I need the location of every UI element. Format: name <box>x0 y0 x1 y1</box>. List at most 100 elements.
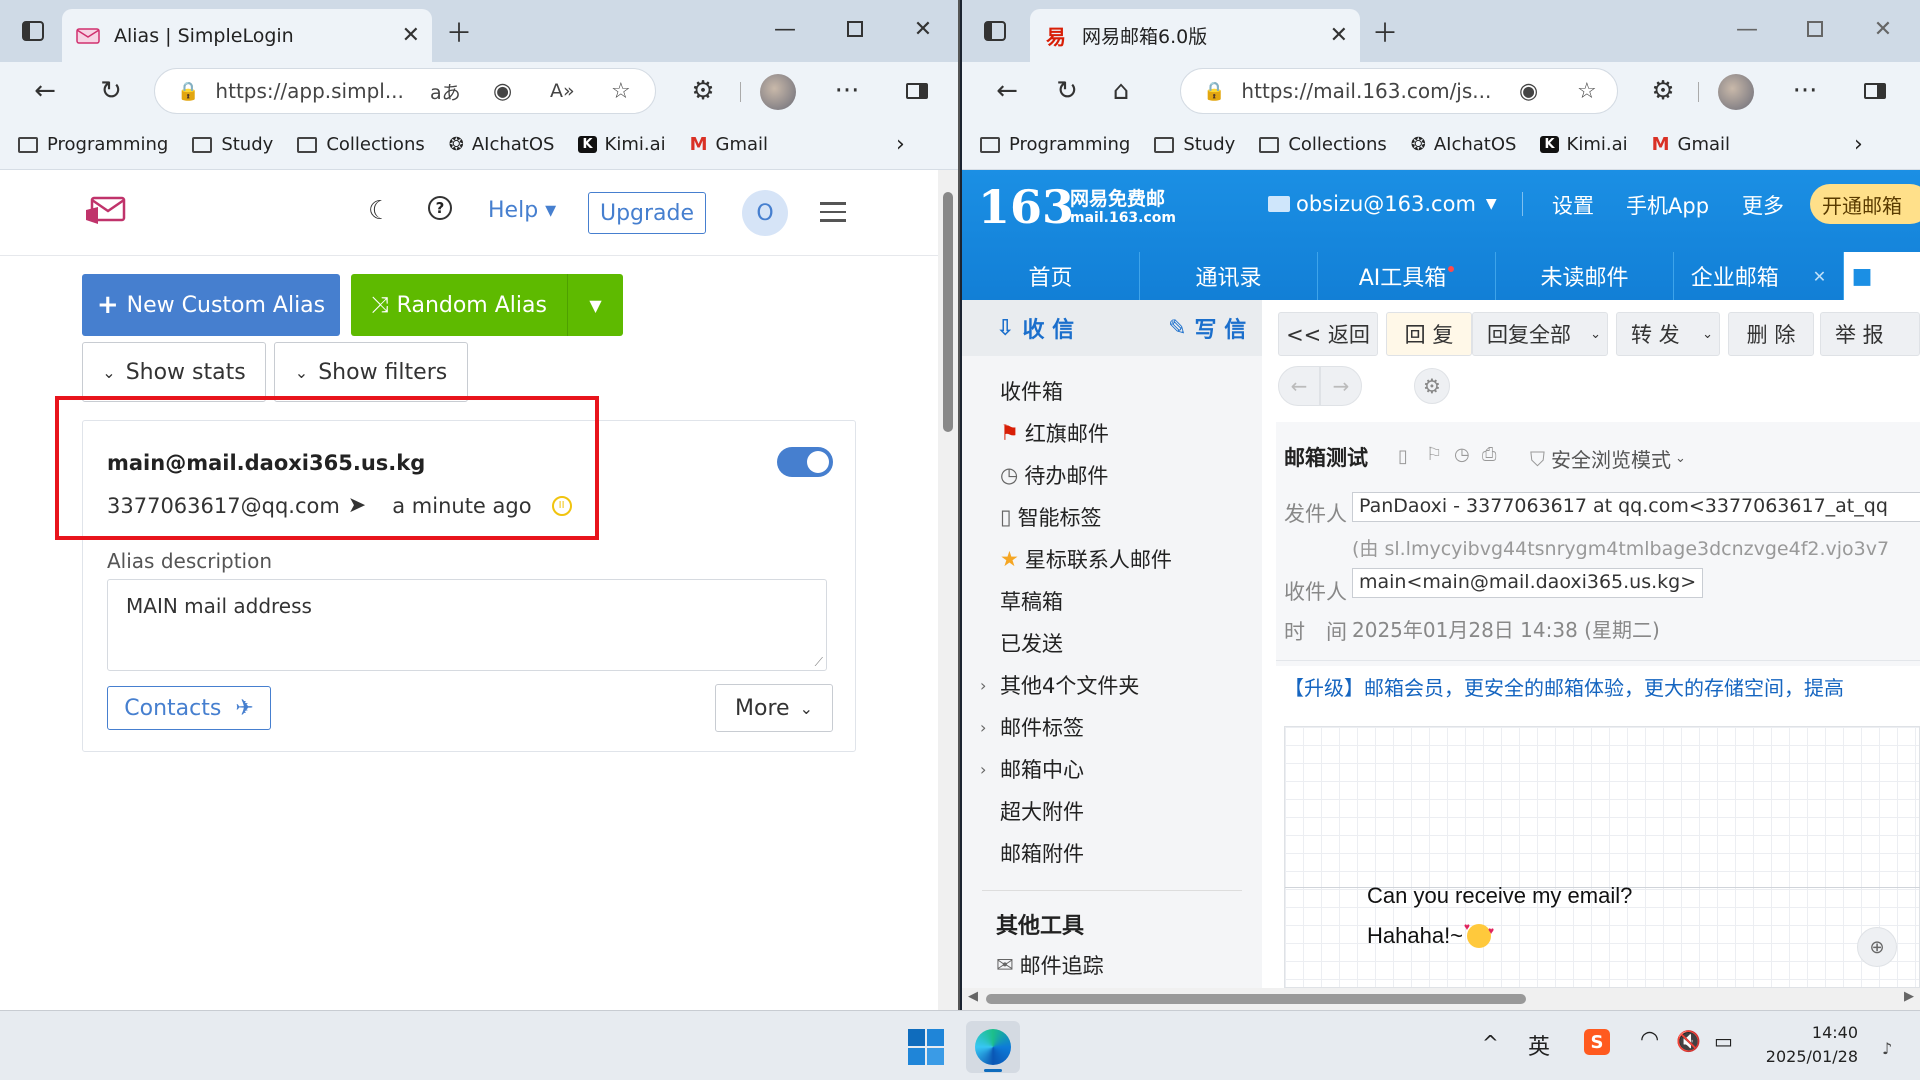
tab-simplelogin[interactable]: Alias | SimpleLogin ✕ <box>62 9 432 62</box>
report-button[interactable]: 举 报 <box>1820 312 1920 356</box>
battery-charging-icon[interactable]: ▭ <box>1714 1029 1733 1053</box>
url-bar[interactable]: 🔒 https://mail.163.com/js... ◉ ☆ <box>1180 68 1618 114</box>
bookmark-collections[interactable]: Collections <box>1259 134 1387 155</box>
extension-icon[interactable]: ◉ <box>493 79 512 104</box>
help-question-icon[interactable]: ? <box>428 196 452 220</box>
tab-actions-icon[interactable] <box>18 16 48 46</box>
more-dropdown-button[interactable]: More ⌄ <box>715 684 833 732</box>
alias-enabled-toggle[interactable] <box>777 447 833 477</box>
vertical-scrollbar[interactable] <box>938 170 958 1010</box>
folder-todo[interactable]: ◷ 待办邮件 <box>1000 460 1108 490</box>
random-alias-button[interactable]: ⤨ Random Alias <box>351 274 567 336</box>
notification-bell-icon[interactable]: ♪ <box>1882 1039 1892 1058</box>
chevron-right-icon[interactable]: › <box>1854 132 1863 157</box>
bookmark-programming[interactable]: Programming <box>980 134 1130 155</box>
maximize-icon[interactable] <box>1800 14 1830 44</box>
contacts-button[interactable]: Contacts ✈ <box>107 686 271 730</box>
tool-mail-tracking[interactable]: ✉ 邮件追踪 <box>996 950 1104 980</box>
account-menu[interactable]: obsizu@163.com ▼ <box>1268 192 1497 216</box>
home-icon[interactable]: ⌂ <box>1104 74 1138 108</box>
folder-sent[interactable]: 已发送 <box>1000 628 1063 658</box>
folder-flagged[interactable]: ⚑ 红旗邮件 <box>1000 418 1109 448</box>
volume-muted-icon[interactable]: 🔇 <box>1676 1029 1701 1053</box>
safe-browse-mode[interactable]: ⛉ 安全浏览模式 ⌄ <box>1530 444 1686 473</box>
bookmark-study[interactable]: Study <box>1154 134 1235 155</box>
close-window-icon[interactable]: ✕ <box>1868 14 1898 44</box>
extensions-puzzle-icon[interactable]: ⚙ <box>686 74 720 108</box>
favorite-star-icon[interactable]: ☆ <box>1577 79 1597 104</box>
folder-starred-contacts[interactable]: ★ 星标联系人邮件 <box>1000 544 1172 574</box>
bookmark-gmail[interactable]: M Gmail <box>1652 134 1730 155</box>
folder-other[interactable]: › 其他4个文件夹 <box>980 670 1139 700</box>
close-tab-icon[interactable]: ✕ <box>1813 267 1826 286</box>
sidebar-toggle-icon[interactable] <box>900 76 934 106</box>
print-icon[interactable]: ⎙ <box>1482 444 1496 465</box>
close-window-icon[interactable]: ✕ <box>908 14 938 44</box>
bookmark-icon[interactable]: ▯ <box>1398 446 1408 467</box>
folder-drafts[interactable]: 草稿箱 <box>1000 586 1063 616</box>
help-menu[interactable]: Help ▾ <box>488 198 556 223</box>
show-stats-button[interactable]: ⌄ Show stats <box>82 342 266 402</box>
folder-smart-tags[interactable]: ▯ 智能标签 <box>1000 502 1102 532</box>
extensions-puzzle-icon[interactable]: ⚙ <box>1646 74 1680 108</box>
wifi-icon[interactable]: ◠ <box>1640 1027 1659 1052</box>
dark-mode-moon-icon[interactable]: ☾ <box>368 196 391 226</box>
reply-all-button[interactable]: 回复全部 ⌄ <box>1472 312 1608 356</box>
close-tab-icon[interactable]: ✕ <box>1330 23 1348 48</box>
forward-button[interactable]: 转 发 ⌄ <box>1616 312 1720 356</box>
new-tab-icon[interactable]: ＋ <box>444 16 474 49</box>
refresh-icon[interactable]: ↻ <box>94 74 128 108</box>
minimize-icon[interactable]: — <box>770 14 800 44</box>
random-alias-dropdown-icon[interactable]: ▼ <box>567 274 623 336</box>
folder-mail-tags[interactable]: › 邮件标签 <box>980 712 1084 742</box>
close-tab-icon[interactable]: ✕ <box>402 23 420 48</box>
scroll-right-icon[interactable]: ▶ <box>1904 989 1914 1004</box>
next-mail-arrow-icon[interactable]: → <box>1320 366 1362 406</box>
more-menu-icon[interactable]: ··· <box>830 74 864 108</box>
chevron-up-icon[interactable]: ^ <box>1482 1031 1499 1055</box>
maximize-icon[interactable] <box>840 14 870 44</box>
favorite-star-icon[interactable]: ☆ <box>611 79 631 104</box>
back-icon[interactable]: ← <box>990 74 1024 108</box>
new-custom-alias-button[interactable]: + New Custom Alias <box>82 274 340 336</box>
tab-actions-icon[interactable] <box>980 16 1010 46</box>
new-tab-icon[interactable]: ＋ <box>1370 16 1400 49</box>
folder-large-attachments[interactable]: 超大附件 <box>1000 796 1084 826</box>
zoom-in-icon[interactable]: ⊕ <box>1857 927 1897 967</box>
ime-language-indicator[interactable]: 英 <box>1528 1029 1550 1061</box>
clock-icon[interactable]: ◷ <box>1454 444 1470 465</box>
bookmark-collections[interactable]: Collections <box>297 134 425 155</box>
mail-settings-gear-icon[interactable]: ⚙ <box>1414 368 1450 404</box>
flag-icon[interactable]: ⚐ <box>1426 444 1442 465</box>
folder-attachments[interactable]: 邮箱附件 <box>1000 838 1084 868</box>
sender-address[interactable]: PanDaoxi - 3377063617 at qq.com<33770636… <box>1352 492 1920 522</box>
alias-description-textarea[interactable]: MAIN mail address ⟋ <box>107 579 827 671</box>
back-to-list-button[interactable]: << 返回 <box>1278 312 1378 356</box>
vip-promo-link[interactable]: 【升级】邮箱会员，更安全的邮箱体验，更大的存储空间，提高 <box>1276 666 1920 702</box>
folder-inbox[interactable]: 收件箱 <box>1000 376 1063 406</box>
refresh-icon[interactable]: ↻ <box>1050 74 1084 108</box>
upgrade-button[interactable]: Upgrade <box>588 192 706 234</box>
tab-contacts[interactable]: 通讯录 <box>1140 252 1318 300</box>
tab-home[interactable]: 首页 <box>962 252 1140 300</box>
settings-link[interactable]: 设置 <box>1552 190 1594 220</box>
prev-mail-arrow-icon[interactable]: ← <box>1278 366 1320 406</box>
hamburger-menu-icon[interactable] <box>820 202 846 222</box>
horizontal-scrollbar[interactable]: ◀ ▶ <box>962 988 1920 1010</box>
bookmark-study[interactable]: Study <box>192 134 273 155</box>
logo-163[interactable]: 163 <box>978 180 1074 234</box>
clock[interactable]: 14:40 2025/01/28 <box>1762 1021 1858 1069</box>
simplelogin-logo-icon[interactable] <box>84 194 128 235</box>
folder-mail-center[interactable]: › 邮箱中心 <box>980 754 1084 784</box>
tab-current-mail[interactable]: ■ <box>1844 252 1920 300</box>
extension-icon[interactable]: ◉ <box>1519 79 1538 104</box>
recipient-address[interactable]: main<main@mail.daoxi365.us.kg> <box>1352 568 1704 598</box>
windows-start-icon[interactable] <box>908 1029 944 1065</box>
bookmark-programming[interactable]: Programming <box>18 134 168 155</box>
back-icon[interactable]: ← <box>28 74 62 108</box>
avatar[interactable]: O <box>742 190 788 236</box>
tab-ai-tools[interactable]: AI工具箱 <box>1318 252 1496 300</box>
bookmark-kimi[interactable]: K Kimi.ai <box>1540 134 1628 155</box>
profile-avatar[interactable] <box>1718 74 1754 110</box>
delete-button[interactable]: 删 除 <box>1728 312 1814 356</box>
